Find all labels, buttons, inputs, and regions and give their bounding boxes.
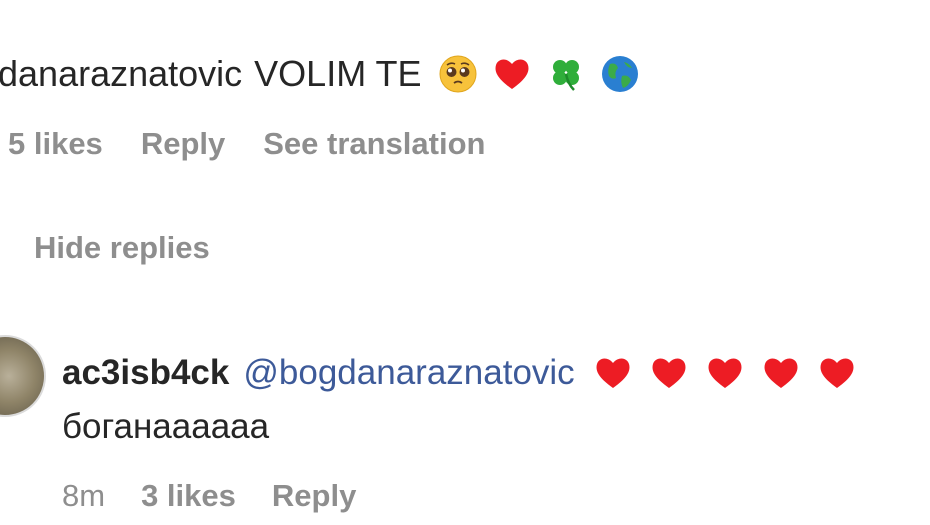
- comment-username[interactable]: danaraznatovic: [0, 48, 242, 100]
- hide-replies-button[interactable]: Hide replies: [34, 230, 210, 266]
- globe-americas-icon: [601, 56, 638, 92]
- red-heart-icon: [708, 358, 742, 388]
- reply-timestamp: 8m: [62, 478, 106, 513]
- reply-meta: 8m 3 likes Reply: [62, 478, 356, 514]
- comment-emojis: [438, 54, 640, 94]
- comment-text: VOLIM TE: [254, 53, 422, 94]
- comment: danaraznatovic VOLIM TE: [0, 48, 640, 100]
- reply-username[interactable]: ac3isb4ck: [62, 348, 229, 398]
- avatar[interactable]: [0, 335, 46, 417]
- comments-thread: danaraznatovic VOLIM TE 5 likes Reply Se…: [0, 0, 930, 525]
- red-heart-icon: [764, 358, 798, 388]
- comment-likes[interactable]: 5 likes: [8, 126, 103, 162]
- reply-text: боганаааааа: [62, 407, 270, 446]
- reply-hearts: [593, 353, 857, 393]
- reply-comment: ac3isb4ck @bogdanaraznatovic: [62, 348, 857, 398]
- red-heart-icon: [820, 358, 854, 388]
- comment-meta: 5 likes Reply See translation: [8, 126, 485, 162]
- reply-likes[interactable]: 3 likes: [141, 478, 236, 514]
- comment-reply-button[interactable]: Reply: [141, 126, 225, 162]
- red-heart-icon: [596, 358, 630, 388]
- red-heart-icon: [495, 59, 529, 89]
- red-heart-icon: [652, 358, 686, 388]
- reply-reply-button[interactable]: Reply: [272, 478, 356, 514]
- four-leaf-clover-icon: [552, 60, 579, 91]
- reply-mention[interactable]: @bogdanaraznatovic: [243, 348, 574, 398]
- see-translation-button[interactable]: See translation: [263, 126, 485, 162]
- pleading-face-icon: [439, 55, 477, 93]
